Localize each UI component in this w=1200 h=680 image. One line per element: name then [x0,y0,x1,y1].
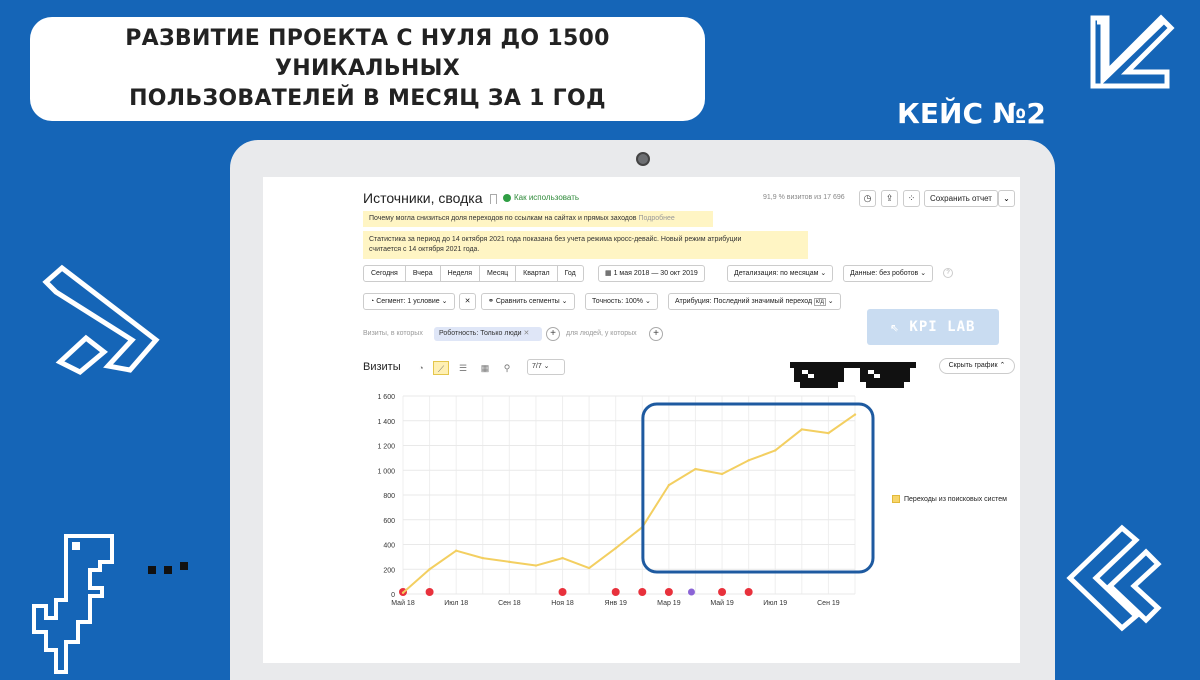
y-tick-label: 1 000 [377,468,395,475]
x-tick-label: Сен 18 [498,600,521,607]
chevron-decoration-left-icon [42,264,160,375]
data-point [587,566,591,570]
data-point [481,556,484,560]
visits-line-chart: 0 200 400 600 800 1 000 1 200 1 400 1 600 Май 18 И… [377,394,875,607]
data-point [428,568,431,571]
x-tick-label: Ноя 18 [551,600,574,607]
y-tick-label: 200 [383,567,395,574]
event-marker [718,588,727,596]
data-point [774,449,777,452]
chevron-decoration-bottom-right-icon [1066,524,1162,632]
y-tick-label: 0 [391,592,395,599]
event-marker [638,588,647,596]
data-point [800,428,804,431]
y-tick-label: 600 [383,518,395,525]
legend-label: Переходы из поисковых систем [904,495,1007,503]
data-point [694,467,697,471]
y-tick-label: 400 [383,543,395,550]
data-point [454,549,458,552]
headline-line-2: ПОЛЬЗОВАТЕЛЕЙ В МЕСЯЦ ЗА 1 ГОД [129,86,606,111]
data-point [667,483,671,487]
data-point [614,547,617,550]
data-point [534,564,538,567]
x-tick-label: Янв 19 [605,600,627,607]
laptop-screen: Источники, сводка Как использовать 91,9 … [263,177,1020,663]
data-point [747,459,750,462]
event-marker [558,588,567,596]
chart-legend: Переходы из поисковых систем [892,495,1007,503]
x-tick-label: Май 18 [391,599,415,607]
x-tick-label: Июл 19 [763,600,787,607]
data-point [401,591,405,594]
highlight-frame [641,402,875,574]
headline-box: РАЗВИТИЕ ПРОЕКТА С НУЛЯ ДО 1500 УНИКАЛЬН… [30,17,705,121]
data-point [720,472,724,476]
data-point [853,413,857,416]
y-tick-label: 1 200 [377,444,395,451]
x-tick-label: Июл 18 [444,600,468,607]
event-marker [611,588,620,596]
camera-icon [636,152,650,166]
x-tick-label: Сен 19 [817,600,840,607]
event-marker [425,588,434,596]
dino-icon [32,534,188,674]
event-marker [687,588,695,596]
data-point [561,556,564,560]
chevron-decoration-top-right-icon [1090,14,1175,89]
y-tick-label: 1 400 [377,419,395,426]
headline-line-1: РАЗВИТИЕ ПРОЕКТА С НУЛЯ ДО 1500 УНИКАЛЬН… [125,26,610,81]
series-line [402,413,856,594]
event-marker [664,588,673,596]
x-tick-label: Мар 19 [657,600,681,607]
case-label: КЕЙС №2 [897,97,1046,130]
data-point [508,560,511,564]
event-marker [744,588,753,596]
y-tick-label: 1 600 [377,394,395,401]
x-tick-label: Май 19 [710,599,734,607]
data-point [827,431,830,435]
legend-swatch [892,495,900,503]
y-tick-label: 800 [383,493,395,500]
